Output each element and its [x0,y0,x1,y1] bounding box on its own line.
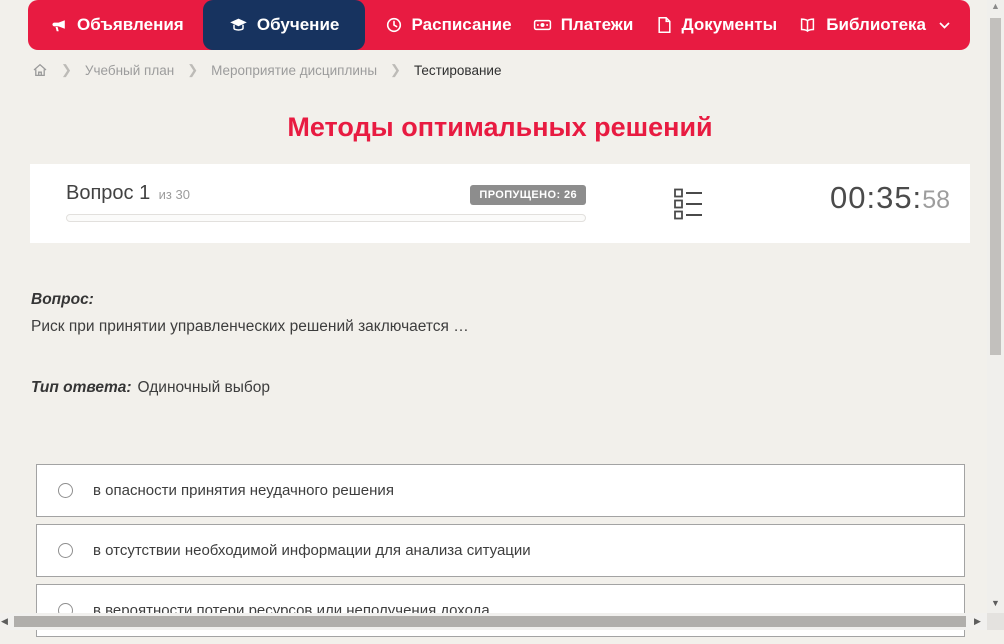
timer-seconds: 58 [922,186,950,214]
scroll-down-icon[interactable]: ▼ [987,598,1004,608]
breadcrumb: ❯ Учебный план ❯ Мероприятие дисциплины … [32,62,501,78]
breadcrumb-study-plan[interactable]: Учебный план [85,63,174,78]
nav-item-payments[interactable]: Платежи [531,0,636,50]
radio-icon[interactable] [58,543,73,558]
radio-icon[interactable] [58,483,73,498]
vertical-scrollbar[interactable]: ▲ ▼ [987,0,1004,613]
document-icon [655,16,673,34]
question-label: Вопрос: [31,291,94,308]
answer-option-label: в опасности принятия неудачного решения [93,482,394,499]
graduation-cap-icon [229,16,248,34]
breadcrumb-testing: Тестирование [413,62,502,78]
scroll-right-icon[interactable]: ▶ [974,613,981,630]
nav-item-label: Объявления [77,15,184,34]
horizontal-scrollbar[interactable]: ◀ ▶ [0,613,987,630]
megaphone-icon [50,16,68,34]
question-total: из 30 [158,187,190,202]
nav-item-label: Документы [681,15,778,34]
timer: 00:35:58 [830,180,950,216]
breadcrumb-discipline-event[interactable]: Мероприятие дисциплины [211,63,377,78]
scroll-up-icon[interactable]: ▲ [987,1,1004,11]
page-title: Методы оптимальных решений [287,112,713,142]
top-navigation: Объявления Обучение Расписание Платежи Д… [28,0,970,50]
breadcrumb-separator-icon: ❯ [390,62,401,77]
breadcrumb-separator-icon: ❯ [187,62,199,77]
nav-item-announcements[interactable]: Объявления [48,0,186,50]
timer-main: 00:35: [829,180,923,215]
question-body: Вопрос: Риск при принятии управленческих… [31,291,931,397]
clock-icon [385,16,403,34]
skipped-badge: ПРОПУЩЕНО: 26 [470,185,586,205]
answer-option-2[interactable]: в отсутствии необходимой информации для … [36,524,965,577]
answer-type-row: Тип ответа: Одиночный выбор [31,379,931,397]
question-progress-block: Вопрос 1 из 30 ПРОПУЩЕНО: 26 [66,182,586,222]
home-icon[interactable] [32,62,48,78]
banknote-icon [533,16,552,34]
nav-item-library[interactable]: Библиотека [796,0,952,50]
answer-option-1[interactable]: в опасности принятия неудачного решения [36,464,965,517]
nav-item-training[interactable]: Обучение [202,0,366,50]
question-header-card: Вопрос 1 из 30 ПРОПУЩЕНО: 26 00:35:58 [30,164,970,243]
nav-item-label: Библиотека [826,15,926,34]
scrollbar-corner [987,613,1004,630]
answer-type-value: Одиночный выбор [137,379,271,396]
chevron-down-icon [939,21,950,29]
horizontal-scrollbar-thumb[interactable] [14,616,966,627]
answer-option-label: в отсутствии необходимой информации для … [93,542,531,559]
question-number: Вопрос 1 [66,182,151,204]
nav-item-label: Платежи [560,15,634,34]
answer-type-label: Тип ответа: [31,379,132,396]
book-icon [798,16,817,34]
question-text: Риск при принятии управленческих решений… [31,318,469,335]
nav-item-label: Обучение [256,15,340,34]
vertical-scrollbar-thumb[interactable] [990,18,1001,355]
question-list-icon[interactable] [674,188,704,226]
breadcrumb-separator-icon: ❯ [61,62,72,77]
nav-item-label: Расписание [411,15,512,34]
scroll-left-icon[interactable]: ◀ [1,613,8,630]
nav-item-documents[interactable]: Документы [653,0,780,50]
progress-bar [66,214,586,222]
nav-item-schedule[interactable]: Расписание [383,0,514,50]
